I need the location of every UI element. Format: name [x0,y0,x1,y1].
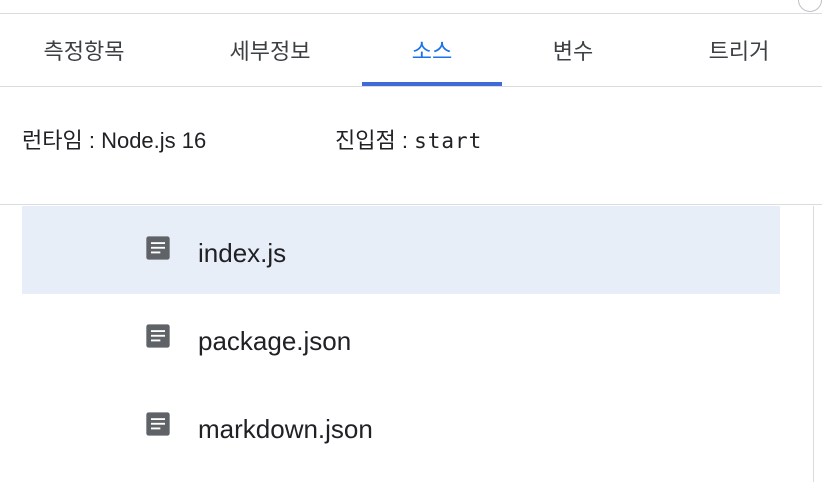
file-name: markdown.json [198,414,373,444]
file-item-index-js[interactable]: index.js [22,206,780,294]
document-icon [146,412,170,436]
runtime-separator: : [82,128,102,153]
tab-bar: 측정항목 세부정보 소스 변수 트리거 [0,14,822,87]
entry-point-separator: : [395,128,415,153]
file-name: package.json [198,326,352,356]
tab-metrics[interactable]: 측정항목 [0,14,168,86]
document-icon [146,324,170,348]
file-item-package-json[interactable]: package.json [22,294,780,382]
runtime-label: 런타임 [22,128,83,153]
file-name: index.js [198,238,287,268]
file-item-markdown-json[interactable]: markdown.json [22,382,780,470]
tab-triggers[interactable]: 트리거 [656,14,822,86]
document-icon [146,236,170,260]
corner-button-edge[interactable] [798,0,822,12]
file-list: index.js package.json markdown.json [0,206,814,482]
tab-source[interactable]: 소스 [362,14,502,86]
runtime-value: Node.js 16 [101,128,207,153]
entry-point-value: start [414,129,483,153]
tab-details[interactable]: 세부정보 [190,14,350,86]
source-metadata: 런타임 : Node.js 16 진입점 : start [0,87,822,205]
entry-point-label: 진입점 [335,128,396,153]
source-panel: 측정항목 세부정보 소스 변수 트리거 런타임 : Node.js 16 진입점… [0,0,822,482]
entry-point-info: 진입점 : start [335,123,482,155]
tab-variables[interactable]: 변수 [510,14,636,86]
runtime-info: 런타임 : Node.js 16 [22,123,206,155]
active-tab-indicator [362,82,502,86]
